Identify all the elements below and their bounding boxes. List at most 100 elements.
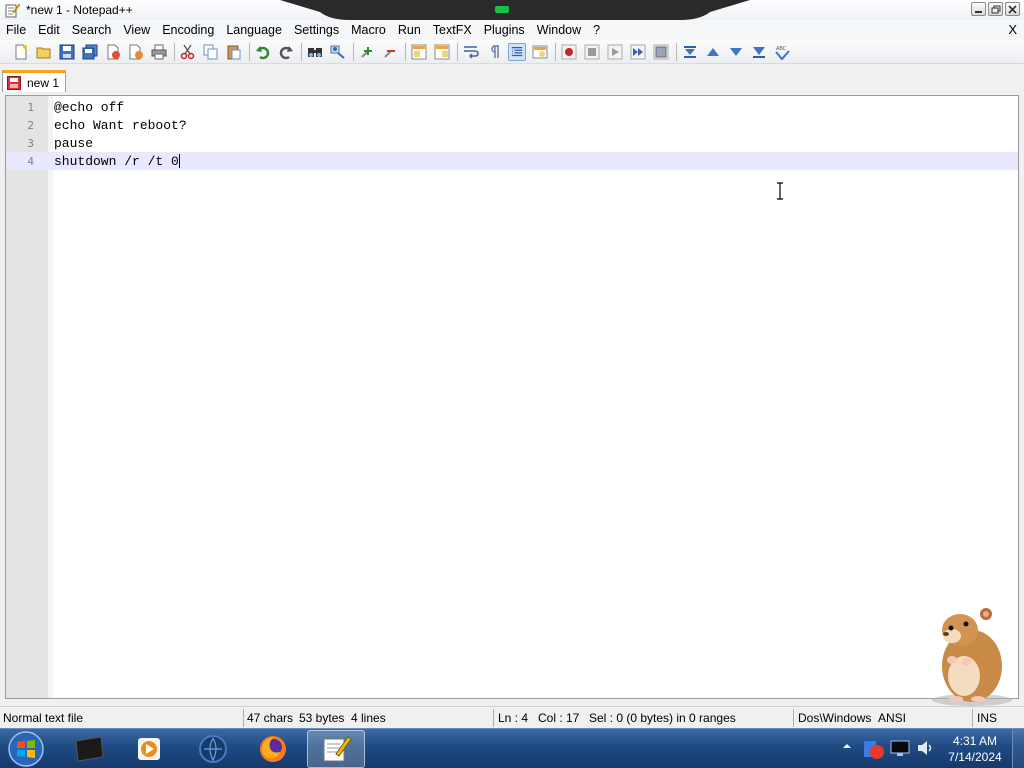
notepad-plus-plus-icon [323,736,352,762]
status-separator [972,709,973,727]
open-file-icon[interactable] [35,43,53,61]
status-separator [493,709,494,727]
cut-icon[interactable] [179,43,197,61]
clock-time: 4:31 AM [952,734,998,748]
menu-search[interactable]: Search [66,20,118,40]
modified-file-icon [7,75,21,90]
toolbar-separator [174,42,175,61]
record-macro-icon[interactable] [560,43,578,61]
new-file-icon[interactable] [12,43,30,61]
zoom-in-icon[interactable] [358,43,376,61]
restore-button[interactable] [988,2,1003,16]
menu-settings[interactable]: Settings [288,20,345,40]
webcam-notch [280,0,750,20]
toolbar-separator [249,42,250,61]
menu-textfx[interactable]: TextFX [427,20,478,40]
language-icon[interactable] [862,738,884,760]
menu-view[interactable]: View [117,20,156,40]
run-macro-multiple-icon[interactable] [629,43,647,61]
menu-plugins[interactable]: Plugins [478,20,531,40]
status-lines: 4 lines [351,711,386,725]
editor[interactable]: 1 @echo off 2 echo Want reboot? 3 pause … [5,95,1019,699]
zoom-out-icon[interactable] [381,43,399,61]
restore-icon [991,5,1001,14]
line-text: echo Want reboot? [54,117,187,133]
save-icon[interactable] [58,43,76,61]
taskbar: 4:31 AM 7/14/2024 [0,728,1024,768]
doc-map-icon[interactable] [531,43,549,61]
prev-icon[interactable] [704,43,722,61]
save-macro-icon[interactable] [652,43,670,61]
menu-run[interactable]: Run [392,20,427,40]
word-wrap-icon[interactable] [462,43,480,61]
taskbar-internet[interactable] [184,730,242,768]
line-number: 2 [27,118,34,132]
show-desktop-button[interactable] [1012,729,1024,768]
stop-macro-icon[interactable] [583,43,601,61]
tab-new-1[interactable]: new 1 [2,70,66,92]
taskbar-media-center[interactable] [60,730,118,768]
taskbar-media-player[interactable] [120,730,178,768]
spellcheck-icon[interactable]: ABC [773,43,791,61]
status-file-type: Normal text file [3,711,84,725]
menu-encoding[interactable]: Encoding [156,20,220,40]
find-icon[interactable] [306,43,324,61]
status-separator [243,709,244,727]
editor-line[interactable]: 3 pause [6,134,1018,152]
undo-icon[interactable] [254,43,272,61]
editor-line[interactable]: 2 echo Want reboot? [6,116,1018,134]
close-icon[interactable] [104,43,122,61]
line-number: 1 [27,100,34,114]
hamster-desktop-pet-image [932,608,1012,706]
status-ln: Ln : 4 [498,711,529,725]
taskbar-notepad-plus-plus[interactable] [307,730,365,768]
menu-window[interactable]: Window [531,20,587,40]
editor-line[interactable]: 1 @echo off [6,98,1018,116]
print-icon[interactable] [150,43,168,61]
minimize-button[interactable] [971,2,986,16]
indent-guide-icon[interactable] [508,42,526,61]
screen: *new 1 - Notepad++ File Edit Search View… [0,0,1024,768]
line-text-current: shutdown /r /t 0 [54,154,180,169]
next-icon[interactable] [727,43,745,61]
menu-edit[interactable]: Edit [32,20,66,40]
paste-icon[interactable] [225,43,243,61]
system-clock[interactable]: 4:31 AM 7/14/2024 [940,733,1010,765]
close-document-button[interactable]: X [1008,20,1017,40]
status-selection: Sel : 0 (0 bytes) in 0 ranges [589,711,736,725]
status-insert-mode: INS [977,711,998,725]
play-macro-icon[interactable] [606,43,624,61]
menu-macro[interactable]: Macro [345,20,392,40]
menu-bar: File Edit Search View Encoding Language … [0,20,1024,40]
sync-vertical-icon[interactable] [410,43,428,61]
unfold-all-icon[interactable] [750,43,768,61]
menu-file[interactable]: File [0,20,32,40]
editor-line-current[interactable]: 4 shutdown /r /t 0 [6,152,1018,170]
internet-icon [199,735,227,763]
replace-icon[interactable] [329,43,347,61]
volume-icon[interactable] [916,738,934,758]
status-bar: Normal text file 47 chars 53 bytes 4 lin… [0,706,1024,728]
show-all-chars-icon[interactable] [485,43,503,61]
close-all-icon[interactable] [127,43,145,61]
menu-help[interactable]: ? [587,20,606,40]
sync-horizontal-icon[interactable] [433,43,451,61]
notepad-plus-plus-icon [5,3,20,18]
fold-all-icon[interactable] [681,43,699,61]
save-all-icon[interactable] [81,43,99,61]
network-icon[interactable] [890,738,910,758]
redo-icon[interactable] [277,43,295,61]
close-window-button[interactable] [1005,2,1020,16]
line-number-gutter [6,96,53,698]
menu-language[interactable]: Language [220,20,288,40]
line-number: 4 [27,154,34,168]
taskbar-firefox[interactable] [244,730,302,768]
copy-icon[interactable] [202,43,220,61]
media-center-icon [75,736,104,762]
show-hidden-icons-icon[interactable] [842,741,852,751]
start-button[interactable] [6,730,46,768]
toolbar: ABC [0,40,1024,64]
line-text: shutdown /r /t 0 [54,153,179,169]
tab-bar: new 1 [0,66,1024,94]
tab-label: new 1 [27,75,60,90]
